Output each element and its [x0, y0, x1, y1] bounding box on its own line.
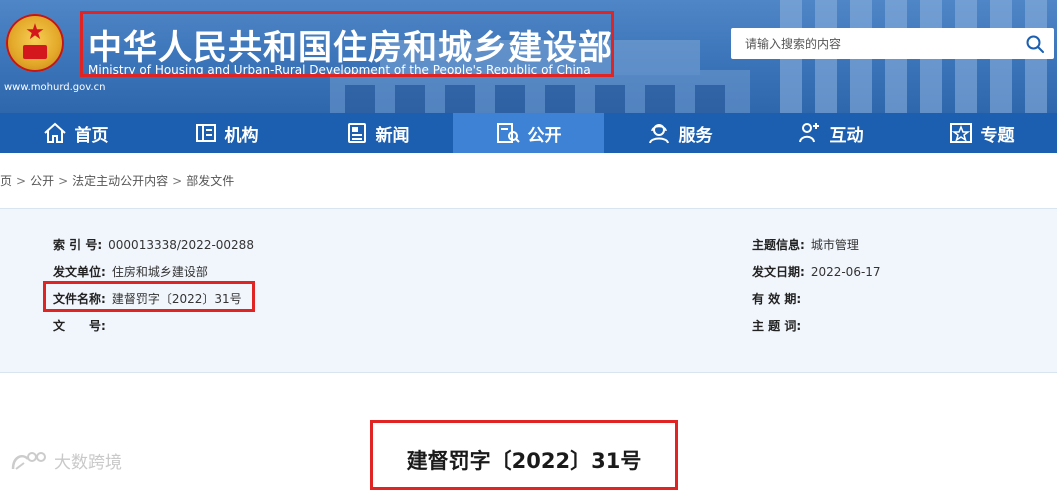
watermark-logo-icon [11, 451, 46, 470]
nav-label: 公开 [527, 125, 562, 146]
site-header: ★ www.mohurd.gov.cn 中华人民共和国住房和城乡建设部 Mini… [0, 0, 1057, 113]
breadcrumb-separator: > [58, 174, 69, 188]
info-keywords: 主 题 词: [752, 317, 807, 334]
home-icon [43, 122, 66, 143]
date-label: 发文日期: [752, 265, 805, 279]
keywords-label: 主 题 词: [752, 319, 802, 333]
search-box [731, 28, 1054, 59]
info-index-no: 索 引 号: 000013338/2022-00288 [53, 236, 254, 253]
star-icon: ★ [25, 20, 45, 45]
document-title: 建督罚字〔2022〕31号 [406, 449, 642, 473]
issuer-value: 住房和城乡建设部 [111, 265, 208, 279]
info-validity: 有 效 期: [752, 290, 807, 307]
org-icon [195, 124, 216, 142]
info-issuer: 发文单位: 住房和城乡建设部 [53, 263, 208, 280]
breadcrumb-item-legal-disclosure[interactable]: 法定主动公开内容 [72, 174, 168, 188]
nav-item-interact[interactable]: 互动 [755, 113, 906, 153]
index-no-value: 000013338/2022-00288 [108, 238, 254, 252]
gate-icon [23, 45, 47, 59]
breadcrumb-item-disclosure[interactable]: 公开 [30, 174, 54, 188]
breadcrumb: 页 > 公开 > 法定主动公开内容 > 部发文件 [0, 172, 234, 189]
validity-label: 有 效 期: [752, 292, 802, 306]
nav-label: 专题 [980, 125, 1015, 146]
index-no-label: 索 引 号: [53, 238, 103, 252]
nav-label: 新闻 [375, 125, 410, 146]
site-url: www.mohurd.gov.cn [4, 82, 106, 93]
service-icon [648, 124, 669, 144]
nav-label: 首页 [74, 125, 109, 146]
search-icon[interactable] [1024, 33, 1046, 55]
topic-label: 主题信息: [752, 238, 805, 252]
nav-label: 服务 [678, 125, 713, 146]
info-doc-no: 文 号: [53, 317, 112, 334]
date-value: 2022-06-17 [810, 265, 881, 279]
nav-item-topic[interactable]: 专题 [906, 113, 1057, 153]
disclosure-icon [496, 123, 520, 143]
doc-name-highlight-box [43, 281, 255, 312]
info-topic: 主题信息: 城市管理 [752, 236, 859, 253]
news-icon [347, 123, 366, 143]
nav-label: 机构 [224, 125, 259, 146]
title-highlight-box [80, 11, 614, 77]
doc-no-label: 文 号: [53, 319, 106, 333]
nav-item-org[interactable]: 机构 [151, 113, 302, 153]
nav-item-disclosure[interactable]: 公开 [453, 113, 604, 153]
interact-icon [798, 123, 819, 143]
nav-item-service[interactable]: 服务 [604, 113, 755, 153]
nav-label: 互动 [829, 125, 864, 146]
topic-icon [949, 123, 972, 143]
breadcrumb-separator: > [16, 174, 27, 188]
watermark-text: 大数跨境 [54, 453, 122, 473]
national-emblem-logo[interactable]: ★ [6, 14, 64, 72]
nav-item-home[interactable]: 首页 [0, 113, 151, 153]
main-nav: 首页 机构 新闻 公开 服务 互动 专题 [0, 113, 1057, 153]
info-date: 发文日期: 2022-06-17 [752, 263, 881, 280]
nav-item-news[interactable]: 新闻 [302, 113, 453, 153]
breadcrumb-item-home[interactable]: 页 [0, 174, 12, 188]
search-input[interactable] [731, 28, 1015, 59]
issuer-label: 发文单位: [53, 265, 106, 279]
breadcrumb-item-ministry-docs[interactable]: 部发文件 [186, 174, 234, 188]
topic-value: 城市管理 [810, 238, 859, 252]
watermark: 大数跨境 [10, 448, 122, 473]
breadcrumb-separator: > [172, 174, 183, 188]
